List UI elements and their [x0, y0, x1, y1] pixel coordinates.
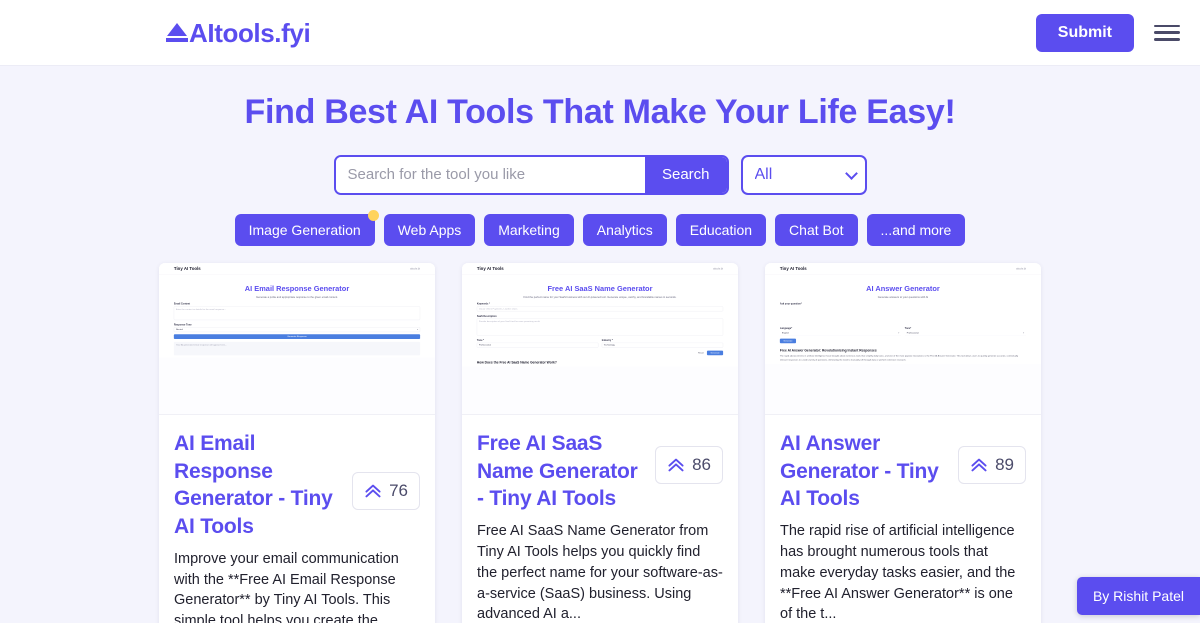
tool-thumbnail: Tiny AI Tools aitools.fyi Free AI SaaS N…: [462, 262, 738, 415]
thumb-section-heading: Free AI Answer Generator: Revolutionisin…: [779, 348, 877, 353]
thumb-section-heading: How Does the Free AI SaaS Name Generator…: [476, 360, 557, 365]
thumb-heading: Free AI SaaS Name Generator: [547, 284, 653, 293]
thumb-textarea-1: Provide description of your SaaS tool fo…: [476, 318, 724, 336]
tool-card[interactable]: Tiny AI Tools aitools.fyi AI Answer Gene…: [765, 262, 1041, 623]
tool-title[interactable]: AI Answer Generator - Tiny AI Tools: [780, 430, 948, 513]
tool-card-body: Free AI SaaS Name Generator - Tiny AI To…: [462, 415, 738, 623]
thumb-subheading: Generate a polite and appropriate respon…: [255, 295, 339, 299]
tool-thumbnail: Tiny AI Tools aitools.fyi AI Answer Gene…: [765, 262, 1041, 415]
thumb-select-1-value: English: [781, 331, 789, 335]
tool-description: Improve your email communication with th…: [174, 550, 399, 623]
tool-card-body: AI Answer Generator - Tiny AI Tools 89 T…: [765, 415, 1041, 623]
thumb-primary-button: Generate Response: [173, 333, 421, 339]
upvote-count: 89: [995, 454, 1014, 474]
thumb-input-1: Cloud, Online Payments, Leather shoes: [476, 306, 724, 311]
upvote-button[interactable]: 76: [352, 471, 420, 510]
thumb-primary-button: Generate: [779, 338, 797, 343]
thumb-chevron-down-icon: ▾: [1023, 331, 1025, 334]
thumb-chevron-down-icon: ▾: [417, 328, 419, 331]
thumb-watermark: aitools.fyi: [713, 267, 724, 270]
tag-new-badge-dot: [367, 209, 379, 221]
thumb-input-3: Technology: [601, 342, 724, 348]
upvote-count: 86: [692, 454, 711, 474]
tool-card[interactable]: Tiny AI Tools aitools.fyi AI Email Respo…: [159, 262, 435, 623]
thumb-label-2: SaaS Description: [476, 314, 497, 318]
thumb-output-area: Your AI generated email response will ap…: [173, 341, 421, 356]
thumb-reset-button: Reset: [698, 351, 704, 354]
thumb-textarea-1: Enter the content or details for the ema…: [173, 306, 421, 320]
thumb-input-2: Professional: [476, 342, 599, 348]
thumb-primary-button: Generate: [706, 350, 724, 355]
search-button[interactable]: Search: [644, 156, 727, 193]
submit-button[interactable]: Submit: [1035, 13, 1134, 52]
tag-marketing[interactable]: Marketing: [484, 213, 574, 246]
tag-web-apps[interactable]: Web Apps: [383, 213, 476, 246]
search-input[interactable]: [335, 156, 645, 193]
tool-title[interactable]: AI Email Response Generator - Tiny AI To…: [174, 430, 342, 541]
thumb-subheading: Find the perfect name for your SaaS busi…: [523, 295, 677, 299]
thumb-label-1: Ask your question*: [779, 302, 802, 306]
thumb-label-2: Language*: [779, 326, 793, 330]
thumb-label-1: Keywords *: [476, 302, 490, 306]
double-chevron-up-icon: [970, 457, 988, 473]
tag-education[interactable]: Education: [675, 213, 767, 246]
tool-card-head: AI Answer Generator - Tiny AI Tools 89: [780, 430, 1026, 513]
tag-label: Image Generation: [248, 221, 361, 238]
thumb-section-body: The rapid advancements in artificial int…: [779, 354, 1019, 361]
logo-triangle-icon: [166, 22, 188, 43]
thumb-heading: AI Email Response Generator: [244, 284, 350, 293]
tool-card[interactable]: Tiny AI Tools aitools.fyi Free AI SaaS N…: [462, 262, 738, 623]
tag-chat-bot[interactable]: Chat Bot: [775, 213, 858, 246]
site-logo[interactable]: AItools.fyi: [166, 17, 311, 48]
thumb-watermark: aitools.fyi: [1016, 267, 1027, 270]
page-title: Find Best AI Tools That Make Your Life E…: [244, 93, 956, 131]
thumb-select-1-value: Neutral: [175, 328, 183, 331]
thumb-watermark: aitools.fyi: [410, 267, 421, 270]
tool-thumbnail: Tiny AI Tools aitools.fyi AI Email Respo…: [159, 262, 435, 415]
thumb-label-3: Tone *: [476, 338, 485, 342]
hamburger-menu-icon[interactable]: [1154, 23, 1180, 43]
tag-analytics[interactable]: Analytics: [582, 213, 667, 246]
thumb-label-3: Tone*: [904, 326, 912, 330]
upvote-button[interactable]: 89: [958, 445, 1026, 484]
tool-card-body: AI Email Response Generator - Tiny AI To…: [159, 415, 435, 623]
thumb-chevron-down-icon: ▾: [898, 331, 900, 334]
hero-section: Find Best AI Tools That Make Your Life E…: [0, 66, 1200, 246]
search-box: Search: [333, 154, 729, 195]
category-select-wrap: All: [740, 154, 867, 195]
thumb-brand: Tiny AI Tools: [779, 265, 807, 271]
double-chevron-up-icon: [667, 457, 685, 473]
thumb-label-2: Response Tone: [173, 323, 192, 326]
category-select[interactable]: All: [740, 154, 867, 195]
category-tag-list: Image Generation Web Apps Marketing Anal…: [0, 209, 1200, 246]
thumb-label-1: Email Content: [173, 302, 191, 306]
thumb-heading: AI Answer Generator: [866, 284, 940, 293]
logo-text: AItools.fyi: [189, 17, 311, 48]
tool-card-grid: Tiny AI Tools aitools.fyi AI Email Respo…: [0, 262, 1200, 623]
tag-and-more[interactable]: ...and more: [866, 213, 966, 246]
site-header: AItools.fyi Submit: [0, 0, 1200, 66]
tool-card-head: AI Email Response Generator - Tiny AI To…: [174, 430, 420, 541]
thumb-select-1: English ▾: [779, 330, 902, 336]
thumb-label-4: Industry *: [601, 338, 613, 342]
thumb-select-2-value: Professional: [906, 331, 919, 335]
thumb-select-1: Neutral ▾: [173, 326, 421, 332]
double-chevron-up-icon: [364, 483, 382, 499]
thumb-textarea-1: [779, 306, 1027, 324]
thumb-subheading: Generate answers to your questions with …: [877, 295, 929, 299]
header-actions: Submit: [1035, 13, 1180, 52]
thumb-brand: Tiny AI Tools: [476, 265, 504, 271]
tool-title[interactable]: Free AI SaaS Name Generator - Tiny AI To…: [477, 430, 645, 513]
search-row: Search All: [0, 154, 1200, 195]
tool-description: Free AI SaaS Name Generator from Tiny AI…: [477, 522, 723, 623]
tag-image-generation[interactable]: Image Generation: [234, 209, 379, 246]
thumb-brand: Tiny AI Tools: [173, 265, 201, 271]
tool-description: The rapid rise of artificial intelligenc…: [780, 522, 1016, 623]
credit-badge[interactable]: By Rishit Patel: [1076, 577, 1200, 615]
upvote-count: 76: [389, 480, 408, 500]
tool-card-head: Free AI SaaS Name Generator - Tiny AI To…: [477, 430, 723, 513]
thumb-select-2: Professional ▾: [904, 330, 1027, 336]
upvote-button[interactable]: 86: [655, 445, 723, 484]
